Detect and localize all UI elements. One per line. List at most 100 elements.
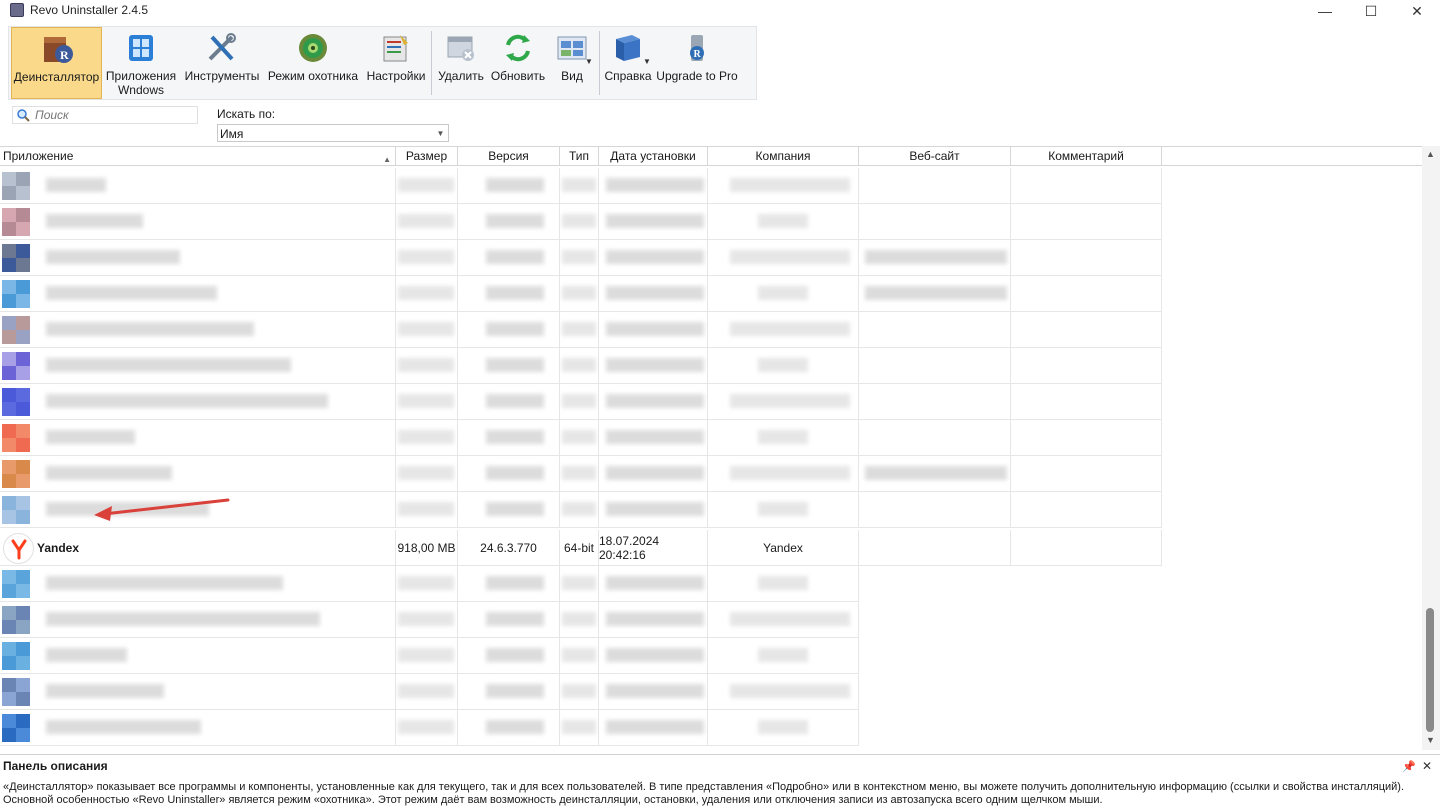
redacted-text [606,178,704,192]
table-row[interactable] [0,566,1162,602]
redacted-text [46,576,283,590]
redacted-cell [859,638,1011,674]
pin-icon[interactable]: 📌 [1402,760,1416,773]
redacted-cell [1011,456,1162,492]
toolbar-separator [599,31,600,95]
settings-label: Настройки [366,69,426,83]
column-header-version[interactable]: Версия [458,147,560,166]
chevron-down-icon[interactable]: ▼ [435,128,446,139]
search-icon [17,109,30,122]
help-dropdown-arrow-icon[interactable]: ▼ [643,57,651,66]
windows-apps-icon [129,35,153,61]
redacted-app-icon [2,294,16,308]
column-header-company[interactable]: Компания [708,147,859,166]
redacted-text [562,648,596,662]
remove-label: Удалить [438,69,484,83]
table-row[interactable] [0,312,1162,348]
scrollbar-thumb[interactable] [1426,608,1434,732]
table-row[interactable] [0,710,1162,746]
redacted-text [606,648,704,662]
table-row[interactable] [0,602,1162,638]
table-row[interactable] [0,204,1162,240]
cell-website [859,530,1011,566]
redacted-app-icon [2,352,16,366]
redacted-text [46,178,106,192]
column-header-app[interactable]: Приложение ▲ [0,147,396,166]
settings-button[interactable]: Настройки [363,27,429,99]
redacted-text [486,576,544,590]
redacted-app-icon [16,172,30,186]
redacted-text [486,720,544,734]
redacted-app-icon [16,510,30,524]
table-row[interactable] [0,276,1162,312]
remove-button[interactable]: Удалить [435,27,487,99]
redacted-text [758,358,808,372]
uninstaller-button[interactable]: R Деинсталлятор [11,27,102,99]
upgrade-button[interactable]: R Upgrade to Pro [655,27,739,99]
table-row[interactable] [0,384,1162,420]
redacted-text [46,430,135,444]
search-box[interactable] [12,106,198,124]
redacted-text [730,612,850,626]
redacted-text [398,322,454,336]
cell-version: 24.6.3.770 [458,530,560,566]
table-row[interactable] [0,674,1162,710]
column-header-type[interactable]: Тип [560,147,599,166]
column-header-website[interactable]: Веб-сайт [859,147,1011,166]
vertical-scrollbar[interactable]: ▲ ▼ [1422,146,1440,750]
windows-apps-button[interactable]: Приложения Wndows [103,27,179,99]
redacted-cell [1011,638,1162,674]
cell-text: 64-bit [563,540,595,555]
table-row[interactable] [0,348,1162,384]
hunter-mode-button[interactable]: Режим охотника [265,27,361,99]
table-row[interactable] [0,456,1162,492]
redacted-cell [1011,348,1162,384]
hunter-mode-label: Режим охотника [267,69,359,83]
scroll-down-icon[interactable]: ▼ [1426,735,1435,745]
redacted-app-icon [16,496,30,510]
redacted-text [486,358,544,372]
table-row[interactable] [0,420,1162,456]
redacted-text [865,250,1007,264]
redacted-app-icon [2,258,16,272]
upgrade-label: Upgrade to Pro [656,69,738,83]
sort-ascending-icon: ▲ [383,155,391,164]
view-dropdown-arrow-icon[interactable]: ▼ [585,57,593,66]
tools-button[interactable]: Инструменты [181,27,263,99]
redacted-text [758,502,808,516]
table-row[interactable] [0,638,1162,674]
refresh-icon [506,34,530,62]
cell-text: Yandex [37,540,80,555]
cell-text: 18.07.2024 20:42:16 [599,533,660,562]
table-row[interactable] [0,168,1162,204]
redacted-text [606,394,704,408]
table-row[interactable] [0,240,1162,276]
redacted-text [46,214,143,228]
cell-text: Yandex [763,540,803,555]
redacted-text [730,466,850,480]
redacted-app-icon [16,642,30,656]
scroll-up-icon[interactable]: ▲ [1426,149,1435,159]
redacted-text [606,358,704,372]
column-header-install-date[interactable]: Дата установки [599,147,708,166]
redacted-app-icon [16,714,30,728]
maximize-button[interactable]: ☐ [1348,0,1394,22]
search-input[interactable] [35,108,195,122]
redacted-app-icon [16,656,30,670]
table-row-yandex[interactable]: Yandex 918,00 MB 24.6.3.770 64-bit 18.07.202… [0,530,1162,566]
redacted-text [46,684,164,698]
view-label: Вид [561,69,583,83]
close-button[interactable]: ✕ [1394,0,1440,22]
description-panel: Панель описания 📌 ✕ «Деинсталлятор» пока… [0,754,1440,810]
refresh-button[interactable]: Обновить [487,27,549,99]
search-by-select[interactable]: Имя ▼ [217,124,449,142]
redacted-text [398,466,454,480]
column-header-size[interactable]: Размер [396,147,458,166]
redacted-app-icon [2,388,16,402]
redacted-text [606,612,704,626]
column-header-comment[interactable]: Комментарий [1011,147,1162,166]
close-panel-icon[interactable]: ✕ [1422,759,1432,773]
description-panel-title: Панель описания [3,759,108,773]
redacted-text [606,286,704,300]
minimize-button[interactable]: — [1302,0,1348,22]
